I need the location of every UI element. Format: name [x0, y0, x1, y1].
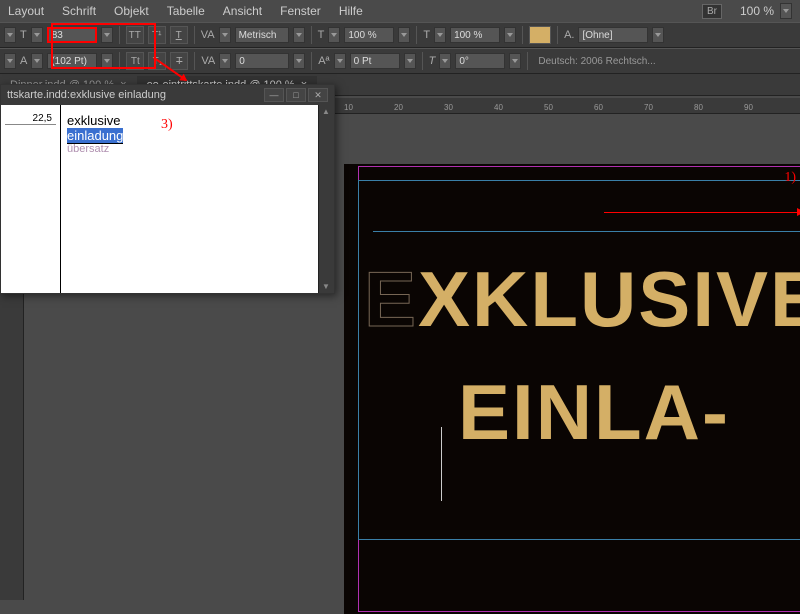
kerning-stepper[interactable]: [219, 27, 231, 43]
hscale-stepper[interactable]: [328, 27, 340, 43]
hscale-icon: T: [318, 29, 325, 41]
annotation-3: 3): [161, 117, 173, 133]
tracking-dropdown[interactable]: [293, 53, 305, 69]
story-text-area[interactable]: exklusive einladung übersatz 3): [61, 105, 318, 293]
ruler-tick: 80: [694, 103, 703, 112]
zoom-dropdown[interactable]: [780, 3, 792, 19]
menu-objekt[interactable]: Objekt: [114, 4, 149, 18]
ruler-tick: 50: [544, 103, 553, 112]
ruler-tick: 90: [744, 103, 753, 112]
skew-icon: T: [429, 55, 436, 67]
baseline-input[interactable]: [350, 53, 400, 69]
vscale-input[interactable]: [450, 27, 500, 43]
charstyle-input[interactable]: [578, 27, 648, 43]
menu-ansicht[interactable]: Ansicht: [223, 4, 262, 18]
smallcaps-button[interactable]: Tt: [126, 52, 144, 70]
baseline-dropdown[interactable]: [404, 53, 416, 69]
story-title-text: ttskarte.indd:exklusive einladung: [7, 89, 166, 101]
hscale-dropdown[interactable]: [398, 27, 410, 43]
ruler-tick: 60: [594, 103, 603, 112]
text-frame[interactable]: EEXKLUSIVEXKLUSIVE EINLA-: [358, 180, 800, 540]
hscale-input[interactable]: [344, 27, 394, 43]
story-overset-line[interactable]: übersatz: [67, 143, 312, 155]
fontsize-input[interactable]: [47, 27, 97, 43]
leading-stepper[interactable]: [31, 53, 43, 69]
character-toolbar-row1: T TT T¹ T VA T T A.: [0, 22, 800, 48]
ruler-tick: 40: [494, 103, 503, 112]
vscale-icon: T: [423, 29, 430, 41]
menu-bar: Layout Schrift Objekt Tabelle Ansicht Fe…: [0, 0, 800, 22]
underline-button[interactable]: T: [170, 26, 188, 44]
charstyle-dropdown[interactable]: [652, 27, 664, 43]
allcaps-button[interactable]: TT: [126, 26, 144, 44]
story-line[interactable]: exklusive: [67, 113, 312, 128]
fill-color-button[interactable]: [529, 26, 551, 44]
leading-icon: A: [20, 55, 27, 67]
vscale-dropdown[interactable]: [504, 27, 516, 43]
arrow-left-icon[interactable]: [4, 53, 16, 69]
skew-dropdown[interactable]: [509, 53, 521, 69]
kerning-dropdown[interactable]: [293, 27, 305, 43]
character-toolbar-row2: A Tt T₁ T VA Aª T Deutsch: 2006 Rechtsch…: [0, 48, 800, 74]
kerning-mode-input[interactable]: [235, 27, 289, 43]
skew-stepper[interactable]: [439, 53, 451, 69]
document-page[interactable]: EEXKLUSIVEXKLUSIVE EINLA- + 1) 2): [344, 164, 800, 614]
tracking-icon: VA: [201, 55, 215, 67]
ruler-tick: 10: [344, 103, 353, 112]
story-body: 22,5 exklusive einladung übersatz 3): [1, 105, 334, 293]
language-label[interactable]: Deutsch: 2006 Rechtsch...: [538, 56, 655, 67]
strikethrough-button[interactable]: T: [170, 52, 188, 70]
baseline-guide: [373, 231, 800, 232]
maximize-button[interactable]: □: [286, 88, 306, 102]
close-button[interactable]: ✕: [308, 88, 328, 102]
charstyle-label: A.: [564, 29, 574, 41]
ruler-tick: 70: [644, 103, 653, 112]
text-content[interactable]: EEXKLUSIVEXKLUSIVE EINLA-: [359, 243, 800, 469]
menu-fenster[interactable]: Fenster: [280, 4, 321, 18]
story-measure-column: 22,5: [1, 105, 61, 293]
tracking-input[interactable]: [235, 53, 289, 69]
leading-input[interactable]: [47, 53, 97, 69]
kerning-icon: VA: [201, 29, 215, 41]
story-line-selected[interactable]: einladung: [67, 128, 123, 144]
leading-dropdown[interactable]: [101, 53, 113, 69]
baseline-stepper[interactable]: [334, 53, 346, 69]
tracking-stepper[interactable]: [219, 53, 231, 69]
zoom-level[interactable]: 100 %: [740, 4, 774, 18]
fontsize-dropdown[interactable]: [101, 27, 113, 43]
skew-input[interactable]: [455, 53, 505, 69]
fontsize-icon: T: [20, 29, 27, 41]
superscript-button[interactable]: T¹: [148, 26, 166, 44]
story-editor-panel[interactable]: ttskarte.indd:exklusive einladung — □ ✕ …: [0, 84, 335, 294]
menu-layout[interactable]: Layout: [8, 4, 44, 18]
menu-schrift[interactable]: Schrift: [62, 4, 96, 18]
fontsize-stepper[interactable]: [31, 27, 43, 43]
menu-hilfe[interactable]: Hilfe: [339, 4, 363, 18]
arrow-left-icon[interactable]: [4, 27, 16, 43]
bridge-icon[interactable]: Br: [702, 4, 722, 19]
ruler-tick: 20: [394, 103, 403, 112]
annotation-1: 1): [784, 170, 796, 186]
story-scrollbar[interactable]: [318, 105, 334, 293]
ruler-tick: 30: [444, 103, 453, 112]
measure-value: 22,5: [5, 113, 56, 125]
vscale-stepper[interactable]: [434, 27, 446, 43]
menu-tabelle[interactable]: Tabelle: [167, 4, 205, 18]
arrow-annotation: [604, 212, 800, 213]
baseline-icon: Aª: [318, 55, 329, 67]
minimize-button[interactable]: —: [264, 88, 284, 102]
story-titlebar[interactable]: ttskarte.indd:exklusive einladung — □ ✕: [1, 85, 334, 105]
text-cursor: [441, 427, 442, 501]
